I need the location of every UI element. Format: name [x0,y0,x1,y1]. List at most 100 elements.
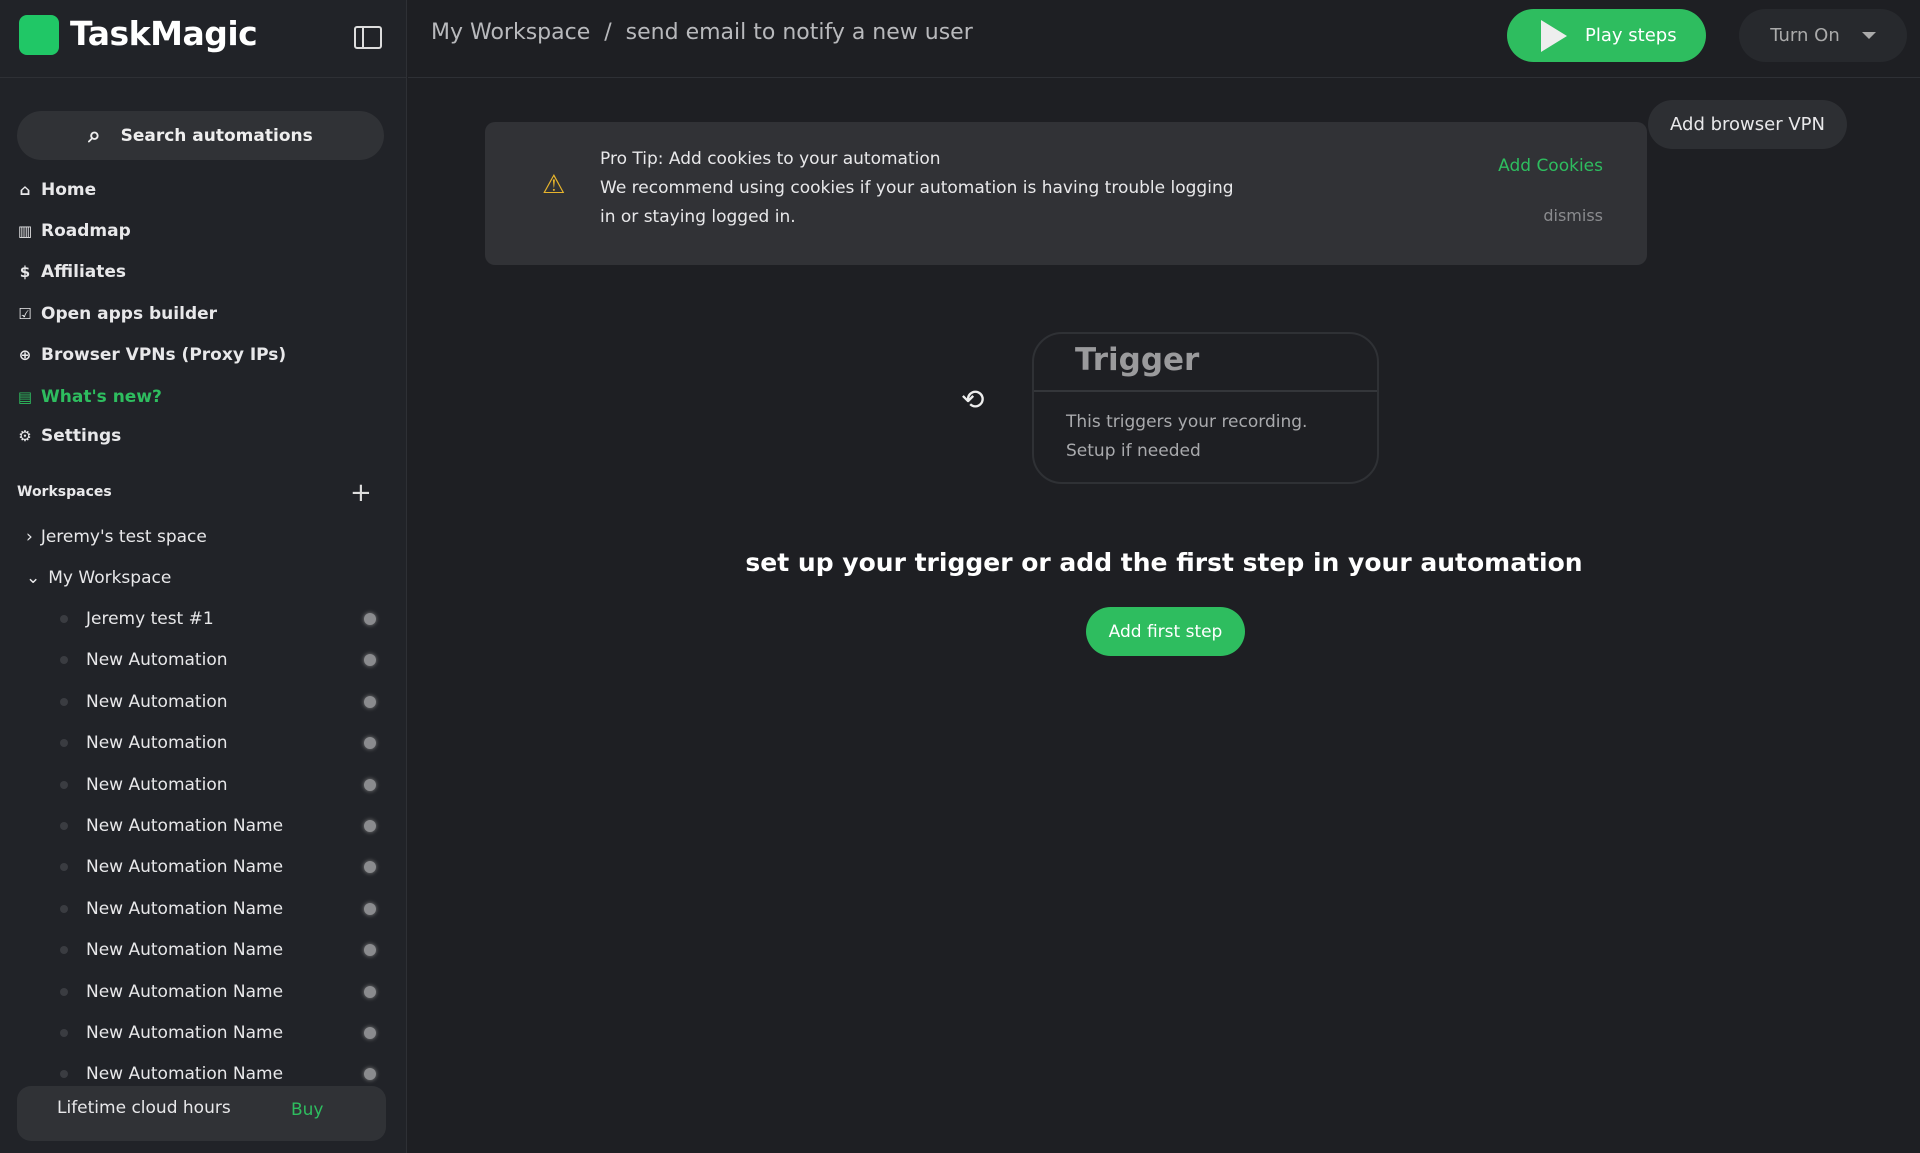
globe-icon: ⊕ [18,346,32,364]
status-dot-icon [364,820,376,832]
status-dot-icon [364,861,376,874]
status-dot-icon [364,985,376,998]
trigger-desc-line: Setup if needed [1066,441,1201,461]
nav-home[interactable]: ⌂ Home [17,180,97,200]
automation-item[interactable]: New Automation [60,733,380,753]
workspace-label: My Workspace [48,568,172,588]
status-dot-icon [364,737,376,750]
automation-name: New Automation [86,774,228,795]
trigger-description: This triggers your recording. Setup if n… [1066,408,1307,466]
sidebar-toggle-icon[interactable] [354,26,382,49]
add-workspace-plus-icon[interactable]: + [350,478,372,508]
automation-name: New Automation Name [86,1064,284,1085]
bullet-icon [60,1070,68,1079]
gear-icon: ⚙ [18,427,32,445]
automation-item[interactable]: New Automation Name [60,982,380,1002]
chevron-down-icon: ⌄ [26,568,41,588]
divider [1034,390,1377,392]
dismiss-link[interactable]: dismiss [1543,206,1603,225]
workspace-label: Jeremy's test space [40,527,207,547]
search-icon: ⌕ [88,123,101,148]
tip-body: We recommend using cookies if your autom… [600,178,1234,227]
nav-affiliates[interactable]: $ Affiliates [17,262,126,282]
bullet-icon [60,780,68,789]
bullet-icon [60,615,68,623]
status-dot-icon [364,1027,376,1039]
caret-down-icon [1861,32,1876,39]
home-icon: ⌂ [19,181,31,199]
automation-item[interactable]: New Automation Name [60,816,380,836]
buy-link[interactable]: Buy [291,1100,324,1120]
trigger-title: Trigger [1075,342,1200,378]
nav-label: Roadmap [41,221,131,241]
trigger-card[interactable]: Trigger This triggers your recording. Se… [1032,332,1379,484]
apps-icon: ☑ [18,305,32,323]
cloud-hours-label: Lifetime cloud hours [57,1098,231,1118]
turn-on-dropdown[interactable]: Turn On [1739,9,1907,62]
add-browser-vpn-button[interactable]: Add browser VPN [1648,100,1847,149]
automation-name: New Automation Name [86,857,284,878]
status-dot-icon [364,778,376,791]
tip-title: Pro Tip: Add cookies to your automation [600,149,941,169]
automation-item[interactable]: New Automation [60,775,380,795]
automation-name: New Automation Name [86,981,284,1002]
automation-name: New Automation Name [86,940,284,961]
app-logo-text: TaskMagic [70,14,258,53]
breadcrumb: My Workspace / send email to notify a ne… [431,20,973,45]
turn-on-label: Turn On [1770,25,1840,46]
automation-name: New Automation Name [86,898,284,919]
play-icon [1541,19,1567,52]
automation-item[interactable]: New Automation Name [60,857,380,877]
automation-item[interactable]: Jeremy test #1 [60,609,380,629]
refresh-icon[interactable]: ⟲ [961,383,984,416]
bullet-icon [60,656,68,665]
map-icon: ▥ [17,222,33,240]
breadcrumb-automation-name[interactable]: send email to notify a new user [626,20,973,45]
bullet-icon [60,822,68,830]
chevron-right-icon: › [26,527,33,547]
sidebar: TaskMagic ⌕ Search automations ⌂ Home ▥ Ro… [0,0,407,1153]
breadcrumb-separator: / [604,20,612,45]
search-placeholder: Search automations [120,125,313,146]
nav-browser-vpns[interactable]: ⊕ Browser VPNs (Proxy IPs) [17,345,287,365]
nav-whats-new[interactable]: ▤ What's new? [17,387,162,407]
nav-roadmap[interactable]: ▥ Roadmap [17,221,131,241]
automation-name: New Automation [86,650,228,671]
nav-label: Home [41,180,97,200]
automation-item[interactable]: New Automation Name [60,940,380,960]
add-first-step-button[interactable]: Add first step [1086,607,1245,656]
automation-name: New Automation Name [86,816,284,836]
automation-item[interactable]: New Automation Name [60,1023,380,1043]
empty-state-heading: set up your trigger or add the first ste… [745,548,1583,577]
automation-item[interactable]: New Automation [60,650,380,670]
automation-name: New Automation [86,691,228,712]
lifetime-cloud-hours-card: Lifetime cloud hours Buy [17,1086,386,1141]
search-automations[interactable]: ⌕ Search automations [17,111,384,160]
dollar-icon: $ [19,263,31,281]
status-dot-icon [364,944,376,957]
workspace-jeremys-test-space[interactable]: › Jeremy's test space [26,527,207,547]
breadcrumb-workspace[interactable]: My Workspace [431,20,590,45]
play-label: Play steps [1585,25,1677,46]
nav-label: Settings [41,426,122,446]
automation-item[interactable]: New Automation Name [60,1064,380,1084]
sidebar-header: TaskMagic [0,0,406,78]
warning-icon: ⚠ [542,170,566,200]
status-dot-icon [364,902,376,915]
nav-settings[interactable]: ⚙ Settings [17,426,121,446]
notepad-icon: ▤ [17,388,33,406]
bullet-icon [60,863,68,872]
automation-item[interactable]: New Automation Name [60,899,380,919]
nav-open-apps-builder[interactable]: ☑ Open apps builder [17,304,217,324]
add-cookies-link[interactable]: Add Cookies [1498,156,1603,176]
workspace-my-workspace[interactable]: ⌄ My Workspace [26,568,171,588]
automation-name: New Automation [86,733,228,754]
automation-item[interactable]: New Automation [60,692,380,712]
status-dot-icon [364,695,376,708]
play-steps-button[interactable]: Play steps [1507,9,1706,62]
nav-label: Browser VPNs (Proxy IPs) [41,345,287,365]
bullet-icon [60,739,68,748]
workspaces-title: Workspaces [17,484,112,500]
status-dot-icon [364,1068,376,1081]
trigger-desc-line: This triggers your recording. [1066,412,1308,432]
